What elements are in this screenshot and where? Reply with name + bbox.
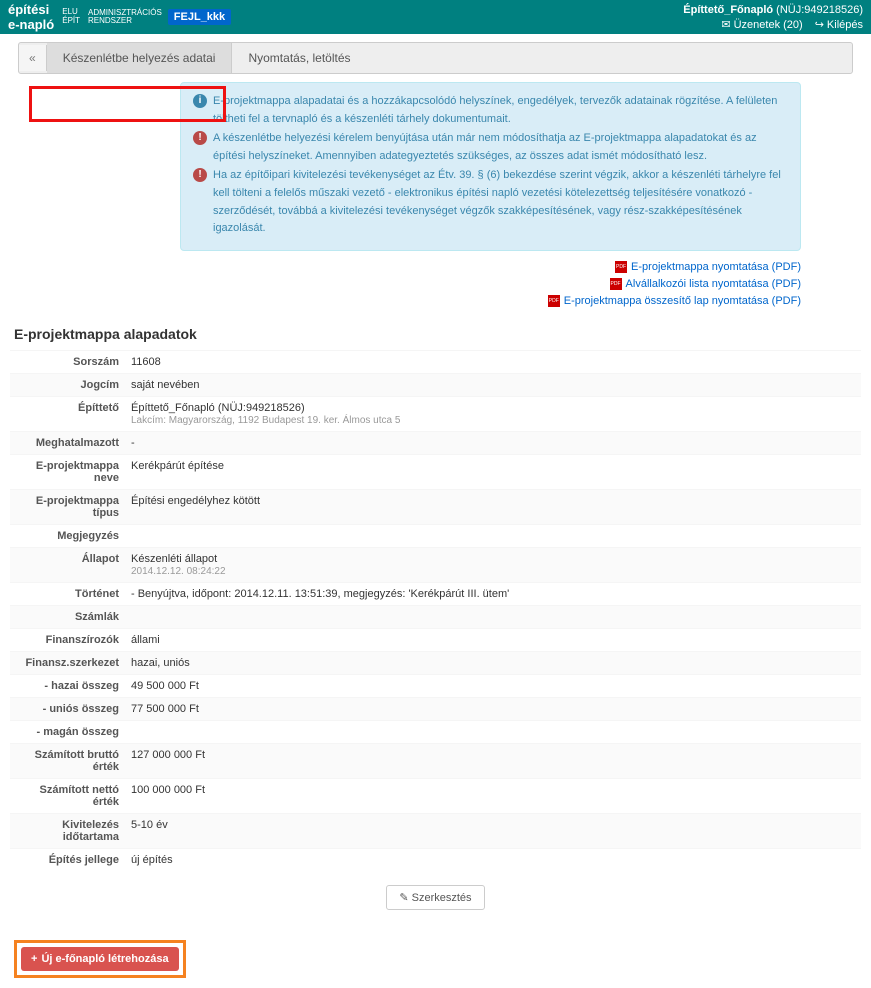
- value-tipus: Építési engedélyhez kötött: [125, 490, 861, 524]
- section-title: E-projektmappa alapadatok: [14, 326, 857, 342]
- label-unios: - uniós összeg: [10, 698, 125, 720]
- user-nuj: (NÜJ:949218526): [776, 4, 863, 16]
- label-allapot: Állapot: [10, 548, 125, 582]
- value-allapot: Készenléti állapot2014.12.12. 08:24:22: [125, 548, 861, 582]
- info-text-3: Ha az építőipari kivitelezési tevékenysé…: [213, 167, 788, 237]
- admin-text: ADMINISZTRÁCIÓS RENDSZER: [88, 9, 162, 25]
- value-unios: 77 500 000 Ft: [125, 698, 861, 720]
- info-box: i E-projektmappa alapadatai és a hozzákap…: [180, 82, 801, 251]
- plus-icon: [31, 953, 37, 965]
- edit-button[interactable]: Szerkesztés: [386, 885, 484, 910]
- value-allapot-sub: 2014.12.12. 08:24:22: [131, 566, 226, 577]
- value-fszerk: hazai, uniós: [125, 652, 861, 674]
- value-finansz: állami: [125, 629, 861, 651]
- messages-link[interactable]: Üzenetek (20): [721, 18, 802, 31]
- info-icon: i: [193, 94, 207, 108]
- elu-badge: ELU ÉPÍT: [60, 7, 82, 27]
- label-sorszam: Sorszám: [10, 351, 125, 373]
- tab-collapse-button[interactable]: «: [19, 45, 47, 71]
- info-text-2: A készenlétbe helyezési kérelem benyújtá…: [213, 130, 788, 165]
- header-user-block: Építtető_Főnapló (NÜJ:949218526) Üzenete…: [683, 4, 863, 31]
- value-sorszam: 11608: [125, 351, 861, 373]
- warn-icon: !: [193, 168, 207, 182]
- label-tipus: E-projektmappa típus: [10, 490, 125, 524]
- logo-line1: építési: [8, 2, 54, 17]
- logo-line2: e-napló: [8, 17, 54, 32]
- label-netto: Számított nettó érték: [10, 779, 125, 813]
- data-table: Sorszám11608 Jogcímsaját nevében Építtet…: [10, 350, 861, 871]
- label-hazai: - hazai összeg: [10, 675, 125, 697]
- value-netto: 100 000 000 Ft: [125, 779, 861, 813]
- value-epitteto-sub: Lakcím: Magyarország, 1192 Budapest 19. …: [131, 415, 400, 426]
- tab-bar: « Készenlétbe helyezés adatai Nyomtatás,…: [18, 42, 853, 74]
- value-neve: Kerékpárút építése: [125, 455, 861, 489]
- mail-icon: [721, 19, 733, 31]
- value-jelleg: új építés: [125, 849, 861, 871]
- value-meghat: -: [125, 432, 861, 454]
- tab-keszenlet[interactable]: Készenlétbe helyezés adatai: [47, 43, 233, 73]
- value-hazai: 49 500 000 Ft: [125, 675, 861, 697]
- print-links: E-projektmappa nyomtatása (PDF) Alvállal…: [180, 261, 801, 310]
- label-kivit: Kivitelezés időtartama: [10, 814, 125, 848]
- label-jelleg: Építés jellege: [10, 849, 125, 871]
- value-epitteto: Építtető_Főnapló (NÜJ:949218526)Lakcím: …: [125, 397, 861, 431]
- env-badge: FEJL_kkk: [168, 9, 231, 25]
- label-szamlak: Számlák: [10, 606, 125, 628]
- warn-icon: !: [193, 131, 207, 145]
- logout-link[interactable]: Kilépés: [815, 18, 863, 31]
- value-magan: [125, 721, 861, 743]
- logout-icon: [815, 19, 827, 31]
- value-kivit: 5-10 év: [125, 814, 861, 848]
- create-highlight-annotation: Új e-főnapló létrehozása: [14, 940, 186, 978]
- pdf-icon: [610, 278, 622, 290]
- label-meghat: Meghatalmazott: [10, 432, 125, 454]
- label-epitteto: Építtető: [10, 397, 125, 431]
- tab-nyomtatas[interactable]: Nyomtatás, letöltés: [232, 43, 366, 73]
- label-magan: - magán összeg: [10, 721, 125, 743]
- label-megj: Megjegyzés: [10, 525, 125, 547]
- label-tortenet: Történet: [10, 583, 125, 605]
- print-alvallalkozoi-link[interactable]: Alvállalkozói lista nyomtatása (PDF): [610, 278, 801, 290]
- value-szamlak: [125, 606, 861, 628]
- pencil-icon: [399, 892, 411, 904]
- app-header: építési e-napló ELU ÉPÍT ADMINISZTRÁCIÓS…: [0, 0, 871, 34]
- label-finansz: Finanszírozók: [10, 629, 125, 651]
- label-brutto: Számított bruttó érték: [10, 744, 125, 778]
- label-jogcim: Jogcím: [10, 374, 125, 396]
- pdf-icon: [548, 295, 560, 307]
- value-tortenet: - Benyújtva, időpont: 2014.12.11. 13:51:…: [125, 583, 861, 605]
- pdf-icon: [615, 261, 627, 273]
- app-logo: építési e-napló ELU ÉPÍT ADMINISZTRÁCIÓS…: [8, 2, 162, 32]
- label-neve: E-projektmappa neve: [10, 455, 125, 489]
- value-jogcim: saját nevében: [125, 374, 861, 396]
- value-megj: [125, 525, 861, 547]
- value-brutto: 127 000 000 Ft: [125, 744, 861, 778]
- user-name: Építtető_Főnapló: [683, 4, 773, 16]
- print-projektmappa-link[interactable]: E-projektmappa nyomtatása (PDF): [615, 261, 801, 273]
- label-fszerk: Finansz.szerkezet: [10, 652, 125, 674]
- info-text-1: E-projektmappa alapadatai és a hozzákapc…: [213, 93, 788, 128]
- create-fonaplo-button[interactable]: Új e-főnapló létrehozása: [21, 947, 179, 971]
- print-osszesito-link[interactable]: E-projektmappa összesítő lap nyomtatása …: [548, 295, 801, 307]
